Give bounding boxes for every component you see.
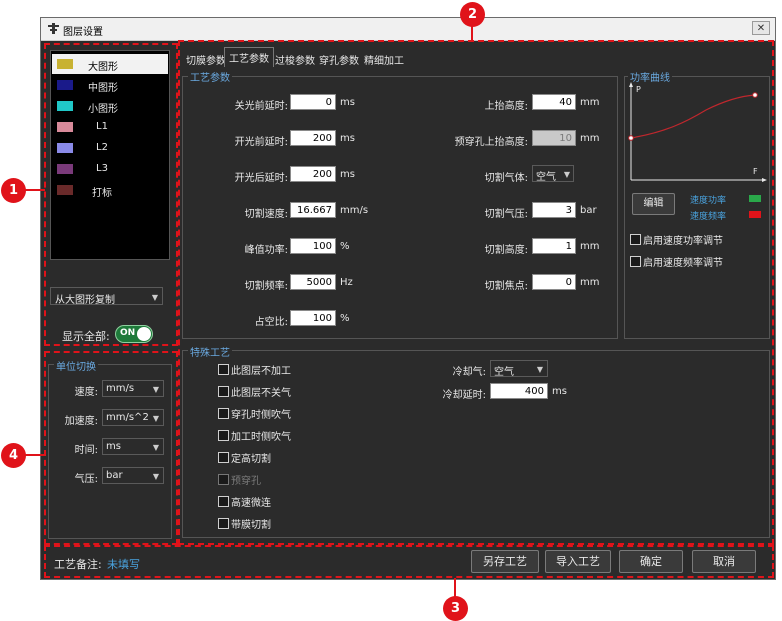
app-icon — [48, 23, 59, 34]
window-title: 图层设置 — [63, 27, 103, 38]
callout-region-4 — [44, 351, 178, 545]
callout-leader-1 — [23, 189, 45, 191]
callout-region-3 — [44, 545, 774, 578]
callout-region-1 — [44, 43, 178, 346]
title-bar — [41, 18, 775, 41]
callout-badge-4: 4 — [1, 443, 26, 468]
callout-leader-3 — [454, 578, 456, 597]
callout-leader-4 — [23, 454, 45, 456]
callout-badge-3: 3 — [443, 596, 468, 621]
callout-badge-2: 2 — [460, 2, 485, 27]
callout-region-2 — [178, 40, 774, 545]
close-button[interactable]: ✕ — [752, 21, 770, 35]
callout-badge-1: 1 — [1, 178, 26, 203]
